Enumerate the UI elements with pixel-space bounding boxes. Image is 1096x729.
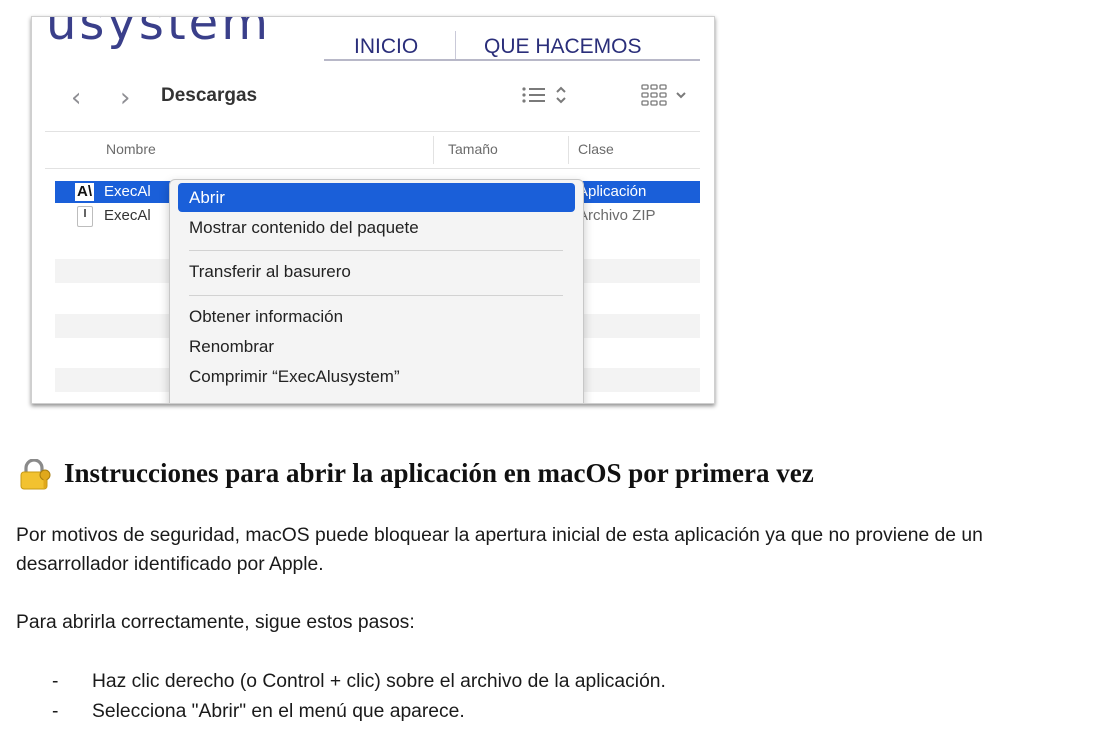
column-kind[interactable]: Clase bbox=[578, 141, 614, 157]
column-divider[interactable] bbox=[433, 136, 434, 164]
zip-file-icon bbox=[77, 206, 93, 227]
menu-separator bbox=[189, 295, 563, 296]
heading-text: Instrucciones para abrir la aplicación e… bbox=[64, 458, 814, 488]
bullet-marker: - bbox=[52, 701, 59, 722]
menu-item-comprimir[interactable]: Comprimir “ExecAlusystem” bbox=[178, 362, 575, 391]
finder-screenshot: usystem INICIO QUE HACEMOS ‹ › Descargas bbox=[31, 16, 715, 404]
website-header: usystem INICIO QUE HACEMOS bbox=[32, 17, 700, 61]
nav-que-hacemos[interactable]: QUE HACEMOS bbox=[484, 35, 642, 59]
file-name: ExecAl bbox=[104, 183, 151, 200]
file-kind: Archivo ZIP bbox=[578, 207, 656, 224]
icon-grid-view-icon[interactable] bbox=[641, 83, 693, 109]
back-chevron-icon[interactable]: ‹ bbox=[71, 83, 81, 113]
nav-inicio[interactable]: INICIO bbox=[354, 35, 418, 59]
menu-item-transferir-basurero[interactable]: Transferir al basurero bbox=[178, 257, 575, 286]
column-divider[interactable] bbox=[568, 136, 569, 164]
context-menu: Abrir Mostrar contenido del paquete Tran… bbox=[169, 179, 584, 403]
bullet-marker: - bbox=[52, 671, 59, 692]
step-text: Selecciona "Abrir" en el menú que aparec… bbox=[92, 701, 465, 722]
list-view-icon[interactable] bbox=[521, 83, 569, 107]
menu-separator bbox=[189, 250, 563, 251]
column-size[interactable]: Tamaño bbox=[448, 141, 498, 157]
lock-with-key-icon bbox=[20, 459, 51, 490]
menu-item-abrir[interactable]: Abrir bbox=[178, 183, 575, 212]
site-logo: usystem bbox=[46, 16, 271, 51]
column-name[interactable]: Nombre bbox=[106, 141, 156, 157]
forward-chevron-icon[interactable]: › bbox=[120, 83, 130, 113]
step-text: Haz clic derecho (o Control + clic) sobr… bbox=[92, 671, 666, 692]
finder-window: ‹ › Descargas Nombre Tamaño Clase A\ Exe… bbox=[45, 61, 700, 403]
file-kind: Aplicación bbox=[578, 183, 647, 200]
folder-title: Descargas bbox=[161, 85, 258, 106]
menu-item-mostrar-contenido[interactable]: Mostrar contenido del paquete bbox=[178, 213, 575, 242]
menu-item-renombrar[interactable]: Renombrar bbox=[178, 332, 575, 361]
menu-item-obtener-informacion[interactable]: Obtener información bbox=[178, 302, 575, 331]
app-icon: A\ bbox=[75, 183, 94, 201]
steps-intro: Para abrirla correctamente, sigue estos … bbox=[16, 612, 415, 633]
security-paragraph: Por motivos de seguridad, macOS puede bl… bbox=[16, 525, 983, 575]
file-name: ExecAl bbox=[104, 207, 151, 224]
nav-divider bbox=[455, 31, 456, 59]
column-header-row: Nombre Tamaño Clase bbox=[45, 131, 700, 169]
